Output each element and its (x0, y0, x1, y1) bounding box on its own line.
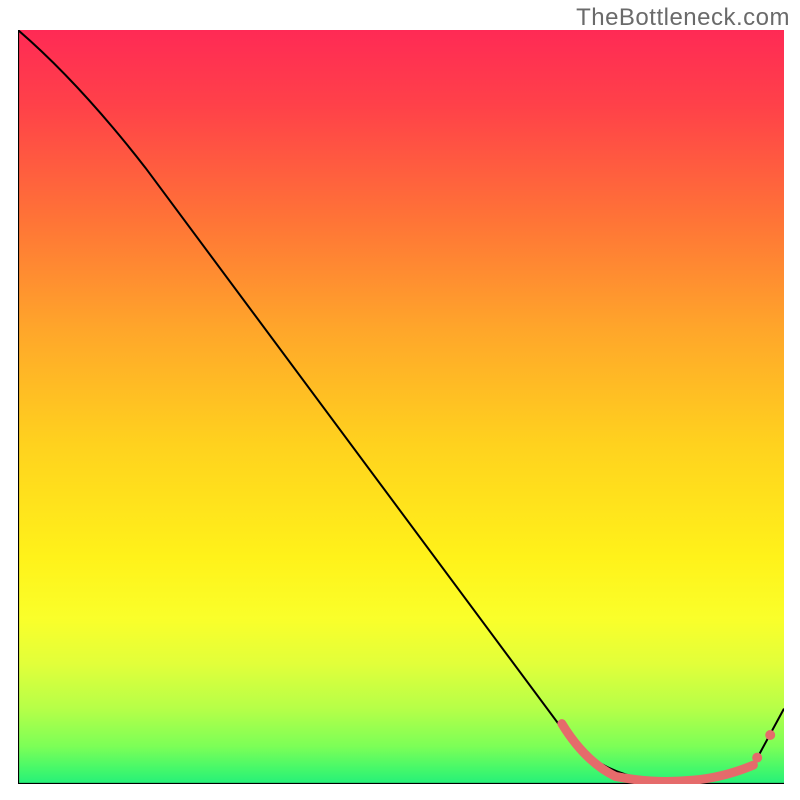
marker-dot (765, 730, 775, 740)
gradient-background (18, 30, 784, 784)
watermark-text: TheBottleneck.com (576, 4, 790, 32)
plot-area (18, 30, 784, 784)
chart-svg (18, 30, 784, 784)
bottleneck-chart: TheBottleneck.com (0, 0, 800, 800)
marker-dot (752, 753, 762, 763)
